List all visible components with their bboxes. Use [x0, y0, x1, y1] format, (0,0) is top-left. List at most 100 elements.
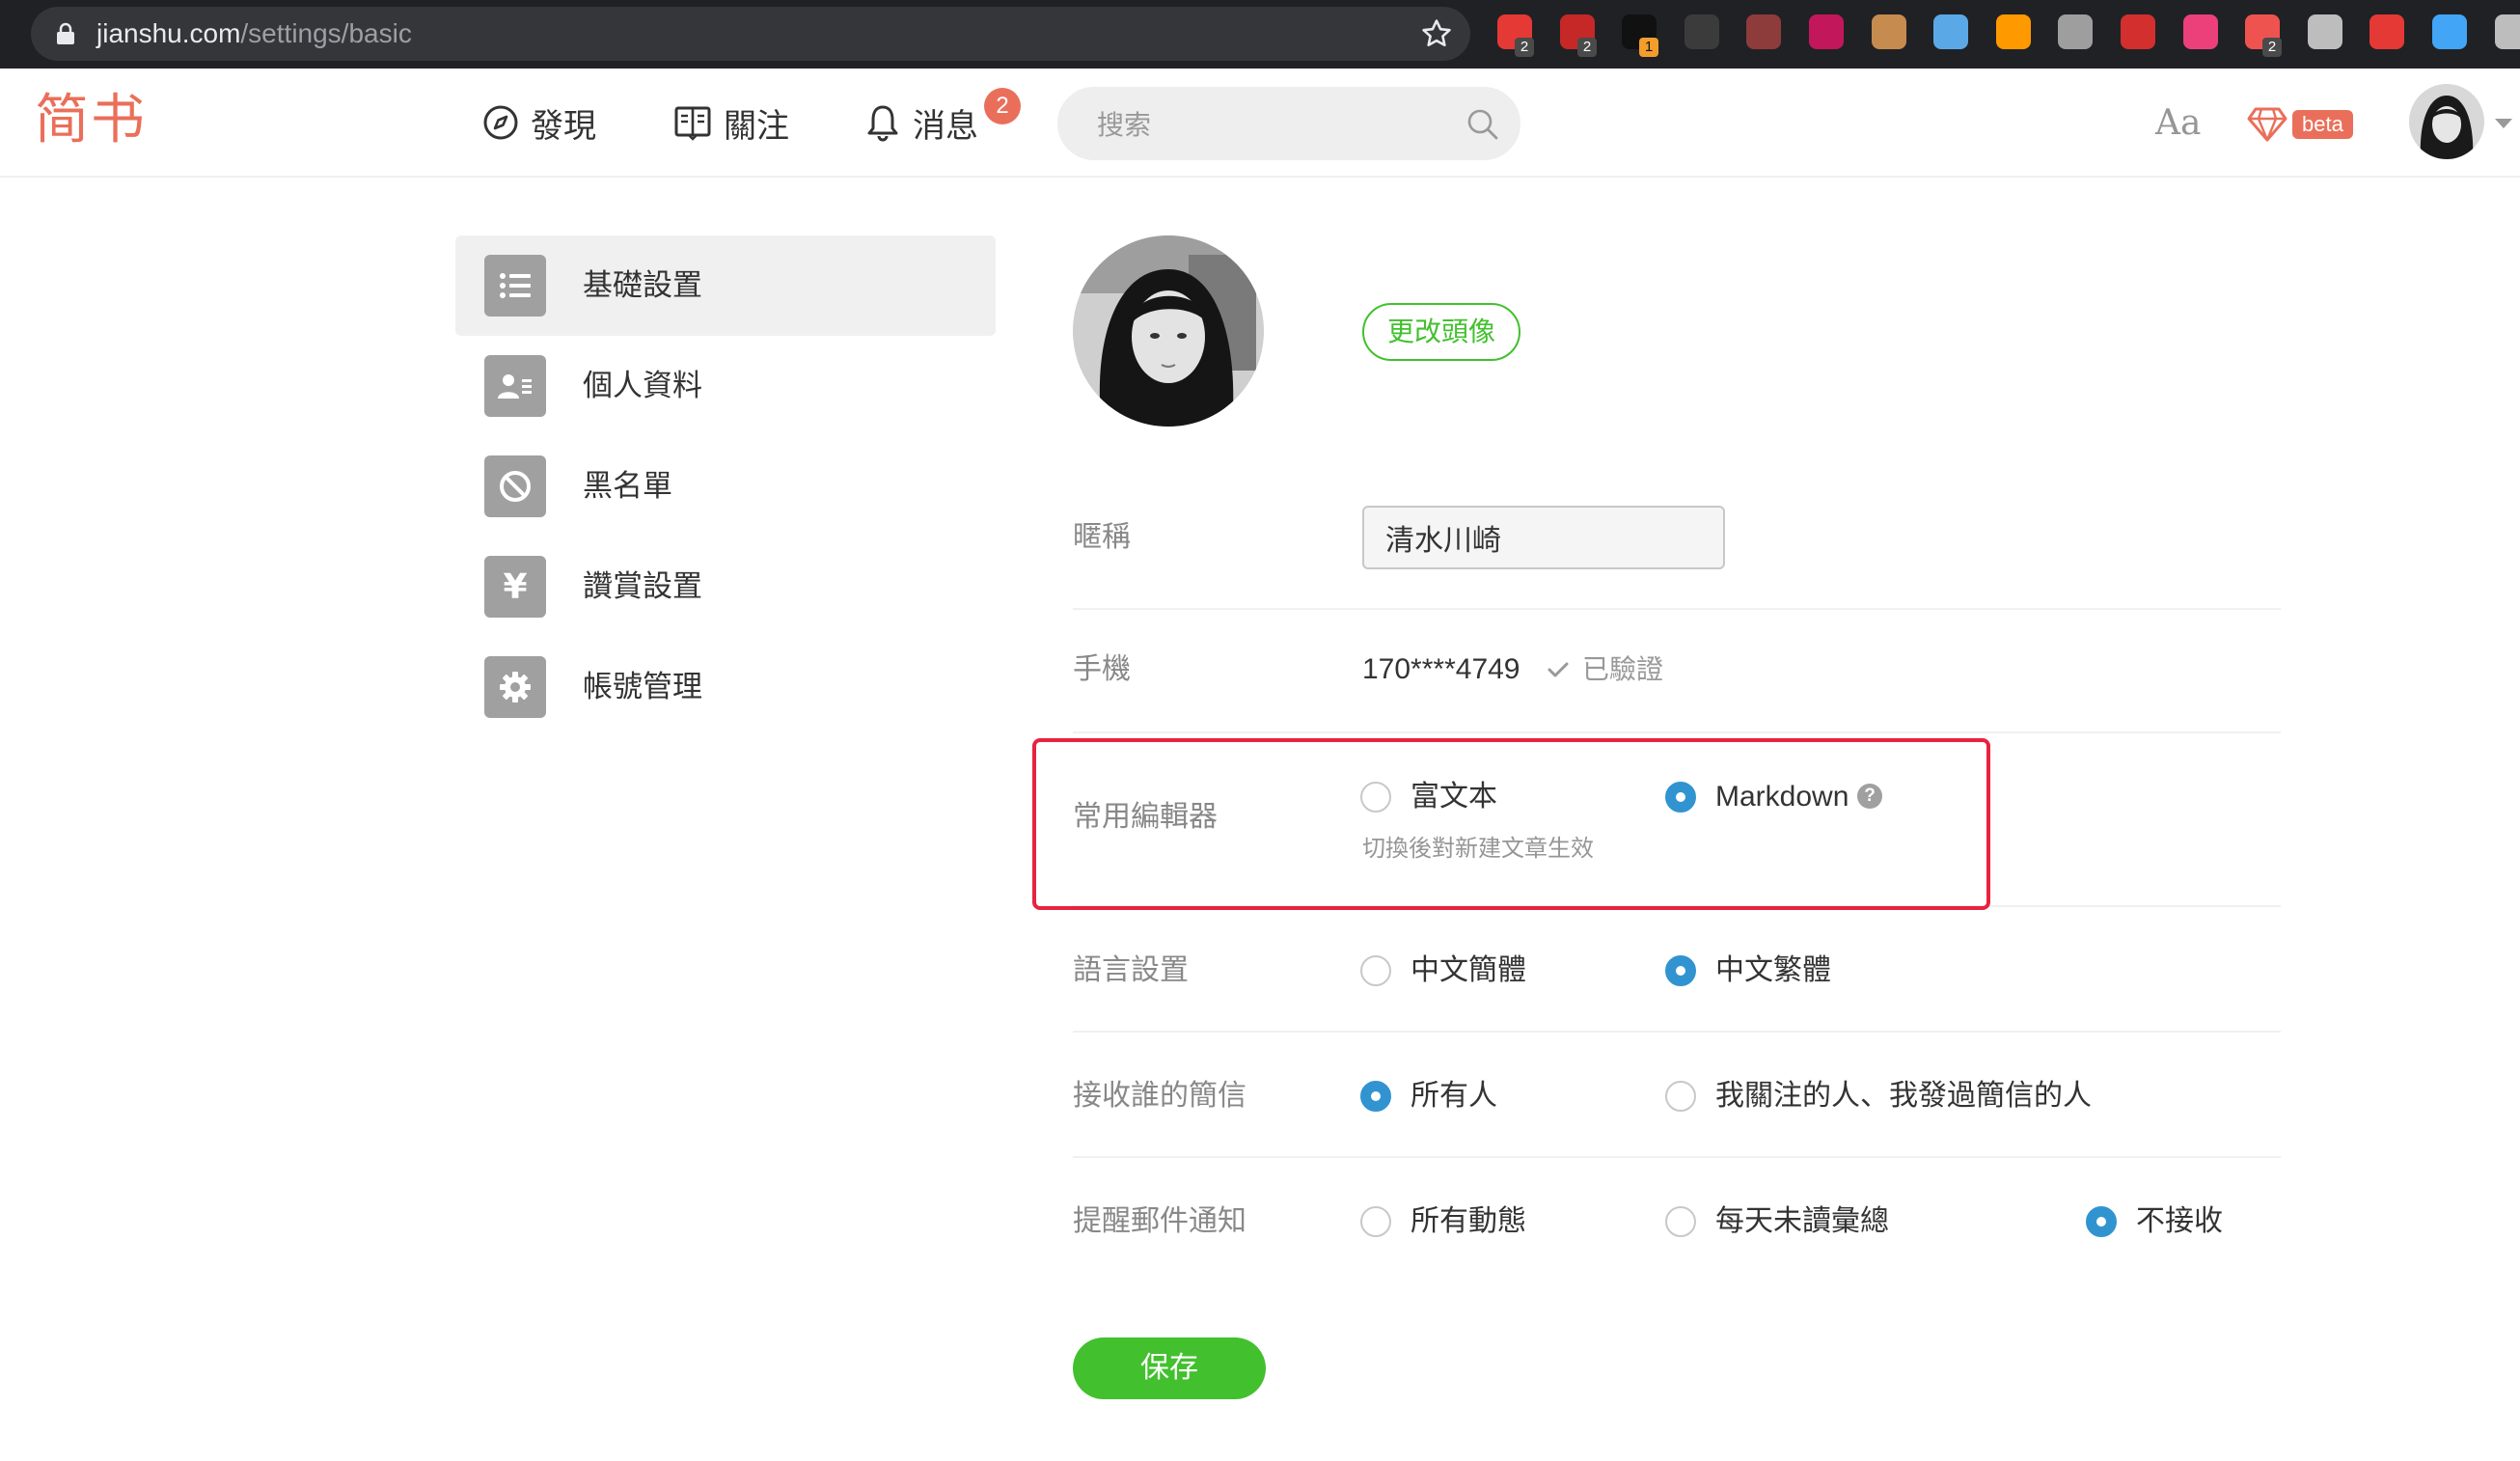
radio-traditional-chinese-label[interactable]: 中文繁體: [1715, 951, 1831, 990]
radio-markdown-label[interactable]: Markdown: [1715, 778, 1849, 816]
radio-rich-text-label[interactable]: 富文本: [1411, 778, 1497, 816]
beta-button[interactable]: beta: [2246, 105, 2353, 144]
search-icon[interactable]: [1465, 107, 1500, 142]
radio-traditional-chinese[interactable]: [1665, 955, 1696, 986]
phone-number: 170****4749: [1362, 653, 1520, 685]
nav-messages[interactable]: 消息 2: [864, 88, 1021, 148]
radio-everyone-label[interactable]: 所有人: [1411, 1077, 1497, 1116]
checkmark-icon: [1548, 662, 1569, 677]
address-bar[interactable]: jianshu.com/settings/basic: [31, 7, 1470, 61]
jianshu-logo[interactable]: 简书: [35, 88, 147, 153]
nav-discover[interactable]: 發現: [482, 97, 596, 148]
verified-label: 已驗證: [1582, 653, 1664, 685]
list-icon: [484, 255, 546, 317]
radio-simplified-chinese[interactable]: [1360, 955, 1391, 986]
compass-icon: [483, 105, 518, 140]
radio-followed-and-messaged-label[interactable]: 我關注的人、我發過簡信的人: [1715, 1077, 2092, 1116]
search-box: [1057, 87, 1520, 160]
radio-daily-digest-label[interactable]: 每天未讀彙總: [1715, 1202, 1889, 1241]
yen-icon: ¥: [484, 556, 546, 618]
radio-do-not-receive[interactable]: [2086, 1206, 2117, 1237]
sidebar-item-reward-settings[interactable]: ¥ 讚賞設置: [455, 537, 996, 637]
language-label: 語言設置: [1073, 953, 1189, 987]
url-path: /settings/basic: [240, 18, 412, 48]
glasses-icon[interactable]: [1746, 14, 1781, 49]
divider: [1073, 905, 2281, 907]
nickname-input[interactable]: [1362, 506, 1725, 569]
radio-all-activity-label[interactable]: 所有動態: [1411, 1202, 1526, 1241]
ruby-icon[interactable]: [1809, 14, 1844, 49]
cookie-icon[interactable]: [1872, 14, 1906, 49]
nav-follow[interactable]: 關注: [673, 97, 789, 148]
wrench-icon[interactable]: [2308, 14, 2342, 49]
nav-discover-label: 發現: [531, 106, 596, 146]
extension-badge: 2: [1577, 38, 1597, 57]
messages-from-label: 接收誰的簡信: [1073, 1079, 1246, 1113]
nickname-label: 暱稱: [1073, 520, 1131, 554]
spectacles-icon[interactable]: [2432, 14, 2467, 49]
radio-markdown[interactable]: [1665, 782, 1696, 813]
nav-follow-label: 關注: [724, 106, 789, 146]
moon-icon[interactable]: [2183, 14, 2218, 49]
at-sign-icon[interactable]: [2058, 14, 2093, 49]
divider: [1073, 608, 2281, 610]
radio-simplified-chinese-label[interactable]: 中文簡體: [1411, 951, 1526, 990]
id-card-icon: [484, 355, 546, 417]
ban-icon: [484, 455, 546, 517]
editor-hint: 切換後對新建文章生效: [1362, 835, 1594, 862]
divider: [1073, 731, 2281, 733]
book-icon: [674, 106, 711, 141]
chevron-down-icon[interactable]: [2495, 119, 2512, 128]
messages-count-badge: 2: [984, 88, 1021, 124]
extension-badge: 2: [1515, 38, 1534, 57]
help-icon[interactable]: ?: [1857, 784, 1882, 809]
extension-badge: 1: [1639, 38, 1658, 57]
sidebar-item-label: 讚賞設置: [583, 569, 702, 604]
profile-avatar: [1073, 235, 1264, 427]
profile-avatar-image: [1073, 235, 1264, 427]
radio-rich-text[interactable]: [1360, 782, 1391, 813]
font-size-toggle[interactable]: Aa: [2155, 103, 2201, 143]
verified-status: 已驗證: [1548, 650, 1663, 689]
beta-label: beta: [2292, 110, 2353, 139]
key-icon[interactable]: [2495, 14, 2520, 49]
user-avatar[interactable]: [2409, 84, 2484, 159]
url-text: jianshu.com/settings/basic: [96, 18, 412, 49]
radio-followed-and-messaged[interactable]: [1665, 1081, 1696, 1112]
incognito-icon[interactable]: [1685, 14, 1719, 49]
sidebar-item-basic-settings[interactable]: 基礎設置: [455, 235, 996, 336]
search-input[interactable]: [1097, 105, 1444, 144]
gear-icon: [484, 656, 546, 718]
octopus-icon[interactable]: [2121, 14, 2155, 49]
sidebar-item-label: 帳號管理: [583, 670, 702, 704]
url-domain: jianshu.com: [96, 18, 241, 48]
extension-badge: 2: [2262, 38, 2282, 57]
sidebar-item-profile[interactable]: 個人資料: [455, 336, 996, 436]
printer-icon[interactable]: [2369, 14, 2404, 49]
radio-do-not-receive-label[interactable]: 不接收: [2136, 1202, 2223, 1241]
diamond-icon: [2247, 107, 2287, 142]
radio-daily-digest[interactable]: [1665, 1206, 1696, 1237]
sidebar-item-blacklist[interactable]: 黑名單: [455, 436, 996, 537]
amazon-icon[interactable]: [1996, 14, 2031, 49]
bookmark-star-icon[interactable]: [1420, 17, 1453, 50]
divider: [1073, 1156, 2281, 1158]
bell-icon: [867, 105, 898, 142]
browser-toolbar: jianshu.com/settings/basic 2 2 1 2: [0, 0, 2520, 69]
sidebar-item-account-management[interactable]: 帳號管理: [455, 637, 996, 737]
divider: [1073, 1031, 2281, 1033]
nav-messages-label: 消息: [913, 106, 978, 146]
radio-everyone[interactable]: [1360, 1081, 1391, 1112]
lock-icon: [57, 22, 74, 44]
editor-label: 常用編輯器: [1073, 800, 1218, 834]
site-header: 简书 發現 關注 消息 2 Aa: [0, 69, 2520, 178]
save-button[interactable]: 保存: [1073, 1337, 1266, 1399]
avatar-image: [2409, 84, 2484, 159]
email-notify-label: 提醒郵件通知: [1073, 1204, 1246, 1238]
cloud-icon[interactable]: [1933, 14, 1968, 49]
phone-label: 手機: [1073, 652, 1131, 686]
sidebar-item-label: 個人資料: [583, 369, 702, 403]
change-avatar-button[interactable]: 更改頭像: [1362, 303, 1520, 361]
sidebar-item-label: 基礎設置: [583, 268, 702, 303]
radio-all-activity[interactable]: [1360, 1206, 1391, 1237]
